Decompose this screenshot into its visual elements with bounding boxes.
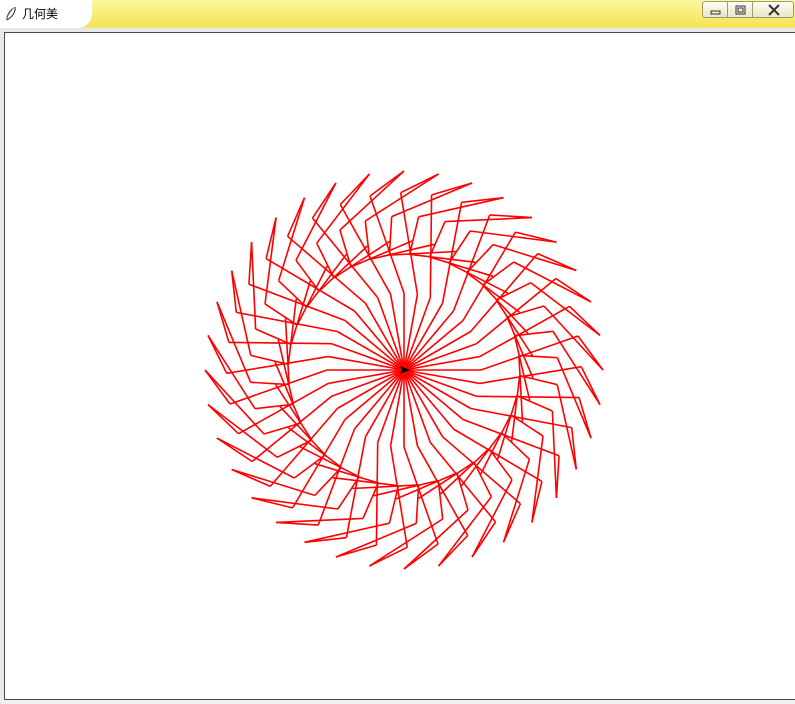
pattern-line: [238, 382, 329, 435]
pattern-line: [317, 428, 356, 526]
pattern-line: [216, 437, 295, 479]
pattern-line: [403, 446, 439, 545]
pattern-line: [389, 445, 409, 548]
pattern-line: [314, 466, 342, 496]
pattern-line: [264, 303, 298, 326]
pattern-line: [530, 282, 601, 337]
pattern-line: [339, 204, 392, 295]
pattern-line: [277, 339, 295, 405]
pattern-line: [269, 407, 338, 487]
pattern-line: [287, 235, 367, 304]
pattern-line: [476, 395, 580, 399]
pattern-line: [416, 445, 469, 536]
pattern-line: [488, 448, 513, 481]
pattern-line: [448, 262, 509, 294]
pattern-line: [299, 446, 360, 478]
pattern-line: [295, 182, 337, 261]
pattern-line: [375, 442, 379, 546]
pattern-line: [466, 244, 494, 274]
pattern-line: [337, 476, 360, 510]
pattern-line: [500, 432, 530, 460]
pattern-line: [531, 435, 544, 523]
pattern-line: [231, 468, 316, 497]
pattern-line: [429, 194, 433, 298]
pattern-line: [264, 217, 277, 305]
pattern-line: [369, 195, 405, 294]
pattern-line: [471, 479, 513, 558]
pattern-line: [502, 458, 531, 543]
pattern-line: [373, 479, 439, 497]
pattern-line: [437, 496, 492, 567]
pattern-line: [469, 230, 557, 243]
pattern-line: [228, 341, 332, 345]
pattern-line: [226, 355, 329, 375]
pattern-line: [316, 173, 371, 244]
pattern-line: [399, 192, 419, 295]
pattern-line: [277, 197, 306, 282]
pattern-line: [293, 454, 326, 479]
pattern-line: [295, 259, 320, 292]
pattern-line: [513, 335, 531, 401]
pattern-line: [473, 461, 493, 498]
pattern-line: [480, 414, 512, 475]
pattern-line: [296, 265, 328, 326]
pattern-line: [479, 305, 570, 358]
pattern-line: [369, 243, 435, 261]
pattern-line: [495, 281, 532, 301]
pattern-line: [480, 335, 579, 371]
pattern-line: [513, 261, 592, 303]
pattern-line: [510, 414, 544, 437]
pattern-line: [448, 230, 471, 264]
pattern-line: [482, 261, 515, 286]
pattern-line: [251, 497, 339, 510]
pattern-line: [479, 365, 582, 385]
pattern-line: [276, 439, 313, 459]
pattern-line: [470, 253, 539, 333]
pattern-line: [462, 418, 560, 457]
pattern-line: [441, 436, 521, 505]
pattern-line: [248, 283, 346, 322]
pattern-line: [278, 280, 308, 308]
pattern-line: [207, 403, 278, 458]
pattern-line: [492, 243, 577, 272]
pattern-line: [229, 369, 328, 405]
geometric-pattern: [204, 170, 604, 570]
pattern-line: [315, 242, 335, 279]
pattern-line: [452, 214, 491, 312]
